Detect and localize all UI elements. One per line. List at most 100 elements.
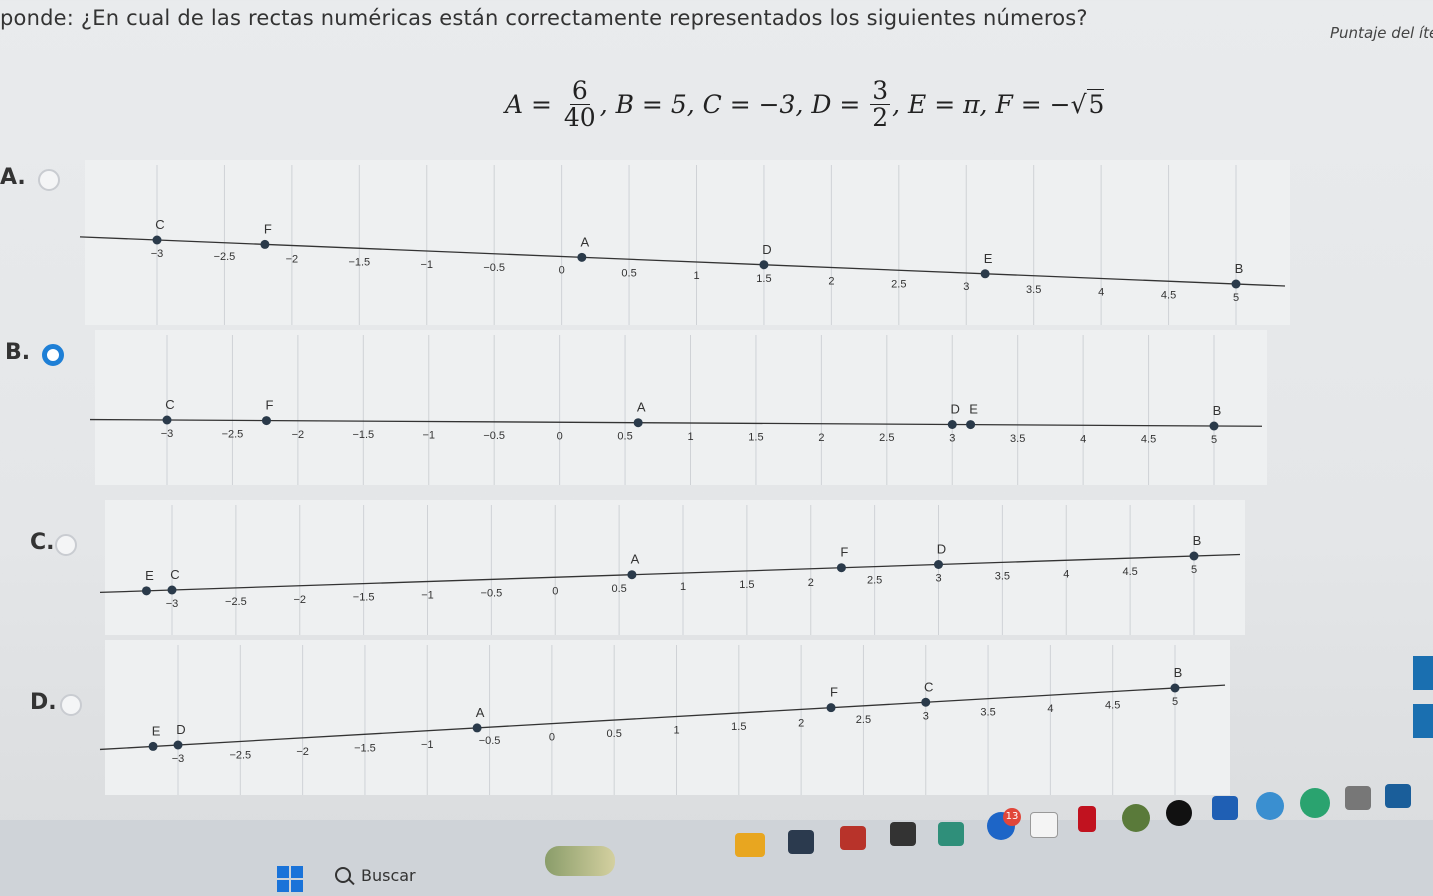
tick-label: 0.5 <box>621 267 636 279</box>
point-label-B: B <box>1213 403 1222 418</box>
point-label-C: C <box>165 397 174 412</box>
point-label-F: F <box>840 545 848 560</box>
sqrt-five: √5 <box>1070 89 1105 120</box>
chrome-icon[interactable] <box>1256 792 1284 820</box>
dropbox-icon[interactable] <box>1212 796 1238 820</box>
fraction-d-num: 3 <box>870 76 891 106</box>
system-tray-icon[interactable] <box>1345 786 1371 810</box>
tick-label: 0 <box>559 265 565 277</box>
tick-label: 3 <box>923 710 929 722</box>
option-radio-2[interactable] <box>55 534 77 556</box>
tick-label: −0.5 <box>481 587 503 599</box>
tick-label: 4 <box>1063 568 1069 580</box>
tick-label: −1 <box>421 590 434 602</box>
point-C <box>152 235 162 245</box>
point-F <box>826 703 836 713</box>
store-icon[interactable] <box>788 830 814 854</box>
netflix-icon[interactable] <box>1078 806 1096 832</box>
tick-label: −2 <box>293 594 306 606</box>
question-prefix: ponde: <box>0 6 75 30</box>
point-label-A: A <box>631 552 640 567</box>
taskbar-search[interactable]: Buscar <box>335 862 416 888</box>
point-label-C: C <box>155 217 164 232</box>
search-icon <box>335 867 351 883</box>
panel-background <box>105 640 1230 795</box>
fraction-d-den: 2 <box>872 103 889 133</box>
tick-label: 2.5 <box>879 432 894 444</box>
tick-label: 2.5 <box>891 278 906 290</box>
tick-label: 4.5 <box>1122 566 1137 578</box>
tick-label: 1 <box>673 725 679 737</box>
taskbar <box>0 820 1433 896</box>
tick-label: −1 <box>420 259 433 271</box>
tick-label: −1.5 <box>352 429 374 441</box>
point-D <box>947 420 957 429</box>
formula-e-f: , E = π, F = − <box>892 90 1071 120</box>
score-label: Puntaje del íte <box>1330 24 1433 42</box>
point-label-A: A <box>581 234 590 249</box>
side-button-2[interactable] <box>1413 704 1433 738</box>
axis-line <box>79 236 1286 287</box>
tick-label: 3.5 <box>980 707 995 719</box>
panel-background <box>85 160 1290 325</box>
tick-label: 3 <box>935 573 941 585</box>
tray-app-icon[interactable] <box>1385 784 1411 808</box>
browser-icon[interactable] <box>1122 804 1150 832</box>
formula-a: A = <box>505 90 552 120</box>
widgets-icon[interactable] <box>545 846 615 876</box>
tick-label: 0 <box>549 732 555 744</box>
app-icon[interactable] <box>890 822 916 846</box>
notes-icon[interactable] <box>938 822 964 846</box>
point-label-E: E <box>984 251 993 266</box>
tick-label: 3.5 <box>1026 284 1041 296</box>
number-line-0: −3 −2.5 −2 −1.5 −1 −0.5 0 0.5 1 1.5 2 2.5 3 3.5 4 4.5 5 C… <box>79 160 1290 325</box>
tick-label: −1.5 <box>353 592 375 604</box>
tick-label: 2 <box>818 432 824 444</box>
tick-label: 1.5 <box>756 273 771 285</box>
point-B <box>1170 683 1180 693</box>
tiktok-icon[interactable] <box>1166 800 1192 826</box>
point-label-E: E <box>145 568 154 583</box>
search-label: Buscar <box>361 865 416 885</box>
tick-label: −0.5 <box>483 430 505 442</box>
panel-background <box>105 500 1245 635</box>
point-C <box>167 585 177 595</box>
tick-label: 0 <box>552 585 558 597</box>
tick-label: 3.5 <box>1010 433 1025 445</box>
option-radio-3[interactable] <box>60 694 82 716</box>
option-radio-1[interactable] <box>42 344 64 366</box>
media-icon[interactable] <box>840 826 866 850</box>
tick-label: −1 <box>421 739 434 751</box>
wikipedia-icon[interactable] <box>1030 812 1058 838</box>
tick-label: 5 <box>1233 292 1239 304</box>
point-label-A: A <box>637 400 646 415</box>
side-button[interactable] <box>1413 656 1433 690</box>
fraction-a-den: 40 <box>563 103 596 133</box>
number-line-3: −3 −2.5 −2 −1.5 −1 −0.5 0 0.5 1 1.5 2 2.5 3 3.5 4 4.5 5 E… <box>99 640 1230 795</box>
option-radio-0[interactable] <box>38 169 60 191</box>
tick-label: 4.5 <box>1141 434 1156 446</box>
point-D <box>173 740 183 750</box>
tick-label: 4 <box>1047 703 1053 715</box>
tick-label: 5 <box>1191 564 1197 576</box>
tick-label: −3 <box>172 753 185 765</box>
tick-label: 1.5 <box>748 431 763 443</box>
panel-background <box>95 330 1267 485</box>
tick-label: 4 <box>1080 433 1086 445</box>
tick-label: −3 <box>161 428 174 440</box>
notification-badge: 13 <box>1003 808 1021 826</box>
option-label-0: A. <box>0 165 26 190</box>
tick-label: 0.5 <box>611 583 626 595</box>
point-A <box>577 252 587 262</box>
edge-icon[interactable] <box>1300 788 1330 818</box>
tick-label: 2 <box>808 577 814 589</box>
formula: A = 6 40 , B = 5, C = −3, D = 3 2 , E = … <box>505 76 1105 133</box>
file-explorer-icon[interactable] <box>735 833 765 857</box>
question-body: ¿En cual de las rectas numéricas están c… <box>80 6 1088 30</box>
fraction-d: 3 2 <box>870 76 891 133</box>
option-label-3: D. <box>30 690 57 715</box>
windows-start-icon[interactable] <box>277 866 303 892</box>
tick-label: −1.5 <box>348 256 370 268</box>
number-line-2: −3 −2.5 −2 −1.5 −1 −0.5 0 0.5 1 1.5 2 2.5 3 3.5 4 4.5 5 E… <box>99 500 1245 635</box>
point-A <box>627 570 637 580</box>
